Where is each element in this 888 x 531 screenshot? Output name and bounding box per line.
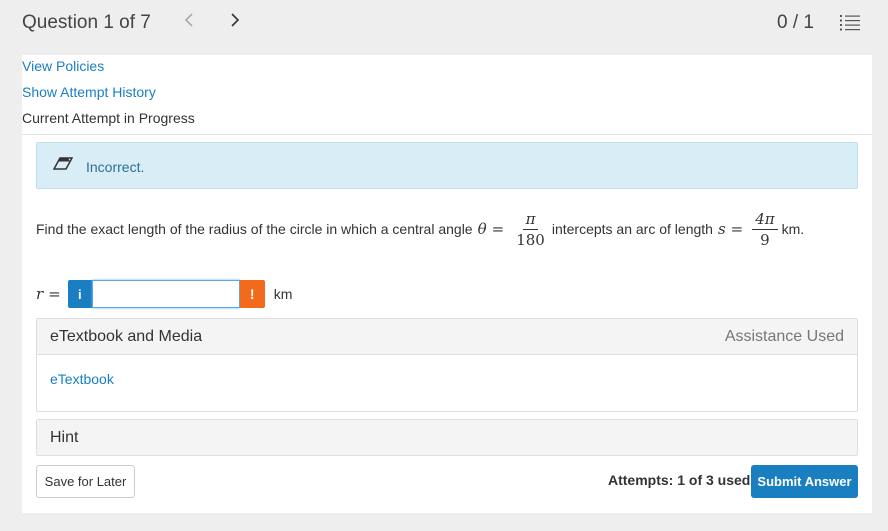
- equals-sign-2: =: [730, 220, 744, 238]
- eraser-icon: [53, 157, 73, 170]
- question-list-icon[interactable]: [840, 14, 860, 32]
- incorrect-alert: Incorrect.: [36, 142, 858, 189]
- question-text: Find the exact length of the radius of t…: [36, 207, 866, 251]
- etextbook-link[interactable]: eTextbook: [50, 371, 114, 387]
- divider: [22, 134, 872, 135]
- etextbook-media-header[interactable]: eTextbook and Media Assistance Used: [37, 319, 857, 355]
- question-header: Question 1 of 7 0 / 1: [0, 0, 888, 48]
- answer-input[interactable]: [91, 280, 240, 308]
- question-text-middle: intercepts an arc of length: [551, 221, 713, 237]
- equals-sign: =: [491, 220, 505, 238]
- angle-numerator: π: [522, 210, 539, 230]
- hint-title: Hint: [50, 429, 79, 446]
- angle-fraction: π 180: [513, 210, 548, 249]
- assistance-used-label: Assistance Used: [724, 328, 844, 345]
- alert-text: Incorrect.: [86, 159, 145, 175]
- chevron-left-icon: [184, 13, 193, 27]
- warning-button[interactable]: !: [239, 280, 265, 308]
- score: 0 / 1: [777, 12, 814, 33]
- etextbook-media-section: eTextbook and Media Assistance Used eTex…: [36, 318, 858, 412]
- attempts-count: Attempts: 1 of 3 used: [608, 472, 751, 488]
- attempt-status: Current Attempt in Progress: [22, 110, 195, 126]
- s-variable: s: [717, 220, 726, 238]
- question-text-after: km.: [781, 221, 805, 237]
- show-attempt-history-link[interactable]: Show Attempt History: [22, 84, 156, 100]
- info-button[interactable]: i: [67, 280, 92, 308]
- save-for-later-button[interactable]: Save for Later: [36, 465, 135, 498]
- answer-variable: r: [36, 285, 44, 303]
- arc-denominator: 9: [760, 230, 770, 249]
- next-question-button[interactable]: [230, 12, 240, 33]
- answer-row: r = i ! km: [36, 279, 292, 309]
- chevron-right-icon: [231, 13, 240, 27]
- etextbook-media-title: eTextbook and Media: [50, 328, 203, 345]
- arc-numerator: 4π: [752, 210, 778, 230]
- previous-question-button[interactable]: [184, 12, 194, 33]
- question-text-before: Find the exact length of the radius of t…: [36, 221, 473, 237]
- submit-answer-button[interactable]: Submit Answer: [751, 465, 858, 498]
- answer-equals: =: [48, 285, 61, 303]
- angle-denominator: 180: [516, 230, 545, 249]
- theta-symbol: θ: [477, 220, 487, 238]
- question-title: Question 1 of 7: [22, 12, 151, 33]
- arc-fraction: 4π 9: [752, 210, 778, 249]
- answer-unit: km: [273, 286, 293, 302]
- hint-section: Hint: [36, 419, 858, 456]
- hint-header[interactable]: Hint: [37, 420, 857, 455]
- view-policies-link[interactable]: View Policies: [22, 58, 104, 74]
- question-panel: View Policies Show Attempt History Curre…: [22, 55, 872, 513]
